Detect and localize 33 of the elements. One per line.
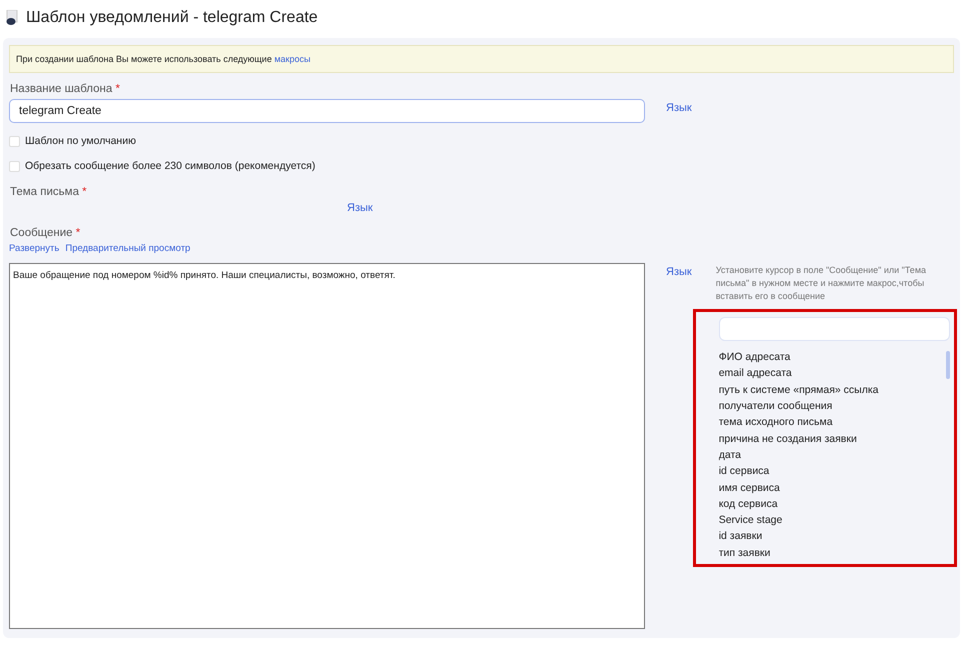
macro-item[interactable]: ФИО адресата	[718, 349, 946, 366]
macros-link[interactable]: макросы	[274, 54, 310, 64]
field-label: Название шаблона *	[10, 83, 121, 95]
macro-item[interactable]: тема исходного письма	[718, 414, 946, 431]
language-link[interactable]: Язык	[347, 202, 373, 214]
checkbox[interactable]	[9, 136, 20, 146]
scrollbar[interactable]	[946, 351, 950, 380]
field-label: Тема письма *	[10, 186, 88, 198]
notice-text: При создании шаблона Вы можете использовать следующие макросы	[9, 45, 954, 73]
macro-item[interactable]: путь к системе «прямая» ссылка	[718, 382, 946, 398]
message-link[interactable]: Развернуть	[9, 243, 60, 254]
macro-item[interactable]: дата	[718, 446, 946, 464]
macro-item[interactable]: тип заявки	[718, 544, 946, 561]
macro-item[interactable]: имя сервиса	[718, 480, 946, 496]
macros-hint: Установите курсор в поле "Сообщение" или "Тема письма" в нужном месте и нажмите макрос,чтобы вставить его в сообщение	[716, 264, 928, 304]
message-link[interactable]: Предварительный просмотр	[65, 243, 190, 254]
page-title: Шаблон уведомлений - telegram Create	[26, 9, 318, 27]
message-field[interactable]: Ваше обращение под номером %id% принято. Наши специалисты, возможно, ответят.	[9, 263, 645, 629]
macro-item[interactable]: id заявки	[718, 528, 946, 545]
macro-item[interactable]: id сервиса	[718, 463, 946, 480]
macro-item[interactable]: Service stage	[718, 512, 946, 528]
checkbox-label: Обрезать сообщение более 230 символов (рекомендуется)	[25, 160, 316, 172]
macro-item[interactable]: причина не создания заявки	[718, 430, 946, 447]
checkbox[interactable]	[9, 160, 20, 172]
macro-item[interactable]: получатели сообщения	[718, 398, 946, 414]
macro-search-field[interactable]	[718, 317, 950, 342]
checkbox-label: Шаблон по умолчанию	[25, 135, 136, 147]
field-label: Сообщение *	[10, 227, 82, 239]
language-link[interactable]: Язык	[666, 102, 954, 114]
macro-item[interactable]: код сервиса	[718, 496, 946, 512]
template-name-field[interactable]: telegram Create	[9, 99, 645, 123]
macro-item[interactable]: email адресата	[718, 365, 946, 382]
language-link[interactable]: Язык	[666, 266, 692, 568]
